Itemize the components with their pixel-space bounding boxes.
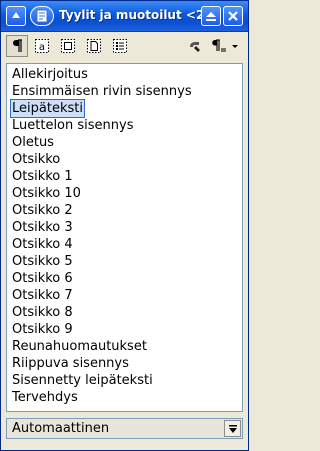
style-list-item[interactable]: Otsikko 7 bbox=[11, 287, 74, 304]
style-list-item[interactable]: Otsikko 5 bbox=[11, 253, 74, 270]
style-list-item[interactable]: Ensimmäisen rivin sisennys bbox=[11, 83, 193, 100]
style-list-item[interactable]: Riippuva sisennys bbox=[11, 355, 130, 372]
style-list-item[interactable]: Otsikko bbox=[11, 151, 61, 168]
style-list-item[interactable]: Luettelon sisennys bbox=[11, 117, 134, 134]
character-styles-icon[interactable]: a bbox=[31, 35, 53, 57]
style-list-item[interactable]: Leipäteksti bbox=[10, 99, 85, 118]
style-list-item[interactable]: Allekirjoitus bbox=[11, 66, 89, 83]
style-list-item[interactable]: Otsikko 2 bbox=[11, 202, 74, 219]
paragraph-styles-icon[interactable] bbox=[6, 35, 28, 57]
style-list-item[interactable]: Reunahuomautukset bbox=[11, 338, 148, 355]
window-title: Tyylit ja muotoilut <2> bbox=[59, 8, 215, 22]
styles-window: Tyylit ja muotoilut <2> a Allekirjoitus … bbox=[0, 0, 249, 451]
style-list-item[interactable]: Otsikko 4 bbox=[11, 236, 74, 253]
style-toolbar: a bbox=[6, 34, 243, 58]
style-list-item[interactable]: Tervehdys bbox=[11, 389, 79, 406]
page-styles-icon[interactable] bbox=[83, 35, 105, 57]
style-list-item[interactable]: Sisennetty leipäteksti bbox=[11, 372, 154, 389]
style-list-item[interactable]: Otsikko 6 bbox=[11, 270, 74, 287]
dropdown-arrow-icon[interactable] bbox=[224, 420, 241, 437]
close-icon[interactable] bbox=[223, 6, 243, 26]
style-list-item[interactable]: Otsikko 9 bbox=[11, 321, 74, 338]
styles-list[interactable]: Allekirjoitus Ensimmäisen rivin sisennys L… bbox=[6, 63, 243, 412]
style-list-item[interactable]: Oletus bbox=[11, 134, 55, 151]
style-list-item[interactable]: Otsikko 3 bbox=[11, 219, 74, 236]
frame-styles-icon[interactable] bbox=[57, 35, 79, 57]
style-filter-value: Automaattinen bbox=[12, 421, 110, 436]
svg-text:a: a bbox=[39, 42, 45, 53]
style-list-item[interactable]: Otsikko 10 bbox=[11, 185, 82, 202]
title-bar[interactable]: Tyylit ja muotoilut <2> bbox=[1, 1, 248, 32]
new-style-from-selection-icon[interactable] bbox=[208, 35, 240, 57]
list-styles-icon[interactable] bbox=[109, 35, 131, 57]
styles-icon bbox=[30, 6, 54, 26]
style-list-item[interactable]: Otsikko 8 bbox=[11, 304, 74, 321]
window-menu-icon[interactable] bbox=[6, 6, 26, 26]
style-filter-select[interactable]: Automaattinen bbox=[6, 418, 243, 439]
fill-format-mode-icon[interactable] bbox=[184, 35, 206, 57]
shade-icon[interactable] bbox=[201, 6, 221, 26]
style-list-item[interactable]: Otsikko 1 bbox=[11, 168, 74, 185]
